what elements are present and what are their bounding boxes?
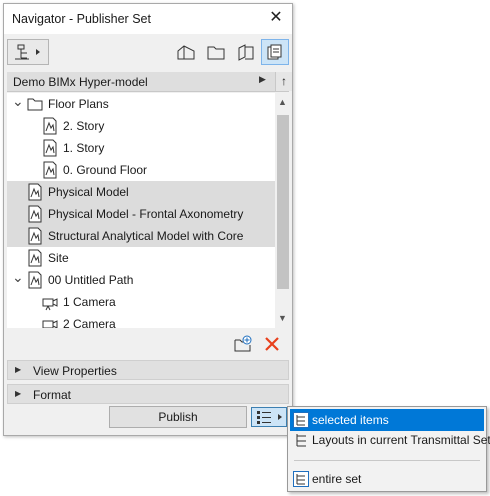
list-scope-icon (257, 411, 282, 424)
view-icon (43, 161, 57, 179)
view-icon (28, 183, 42, 201)
tree-item-label: 2 Camera (63, 317, 116, 328)
tree-item-label: Physical Model - Frontal Axonometry (48, 207, 244, 221)
publisher-set-selector[interactable]: Demo BIMx Hyper-model ▶ ↑ (7, 72, 292, 92)
tree-row[interactable]: 0. Ground Floor (7, 159, 275, 181)
tree-item-label: 0. Ground Floor (63, 163, 148, 177)
view-map-button[interactable] (202, 39, 230, 65)
house-icon (177, 45, 195, 60)
chevron-down-icon[interactable]: ⌄ (12, 269, 24, 285)
tree-item-label: 1 Camera (63, 295, 116, 309)
tree-row[interactable]: ⌄ Floor Plans (7, 93, 275, 115)
tree-item-label: 2. Story (63, 119, 105, 133)
folder-icon (27, 98, 43, 111)
view-icon (28, 205, 42, 223)
layout-book-button[interactable] (232, 39, 260, 65)
layouts-icon (296, 434, 306, 447)
menu-separator (294, 460, 480, 461)
window-title: Navigator - Publisher Set (12, 12, 151, 26)
camera-icon (42, 320, 58, 328)
navigator-window: Navigator - Publisher Set ✕ Demo BIMx Hy… (3, 3, 293, 436)
triangle-right-icon: ▶ (15, 389, 22, 398)
title-bar: Navigator - Publisher Set ✕ (4, 4, 292, 34)
tree-row[interactable]: Physical Model - Frontal Axonometry (7, 203, 275, 225)
tree-row[interactable]: 2. Story (7, 115, 275, 137)
panel-label: View Properties (33, 364, 117, 378)
view-icon (28, 271, 42, 289)
view-icon (43, 117, 57, 135)
camera-icon (42, 298, 58, 311)
new-folder-icon[interactable] (233, 335, 253, 353)
format-panel[interactable]: ▶ Format (7, 384, 289, 404)
menu-item-selected-items[interactable]: selected items (290, 409, 484, 431)
publish-button[interactable]: Publish (109, 406, 247, 428)
tree-view: ⌄ Floor Plans 2. Story 1. Story 0. Ground Fl… (7, 93, 275, 328)
tree-row[interactable]: Site (7, 247, 275, 269)
selected-items-icon (293, 412, 309, 428)
tree-actions-bar (4, 329, 292, 359)
menu-item-layouts-transmittal[interactable]: Layouts in current Transmittal Set (290, 429, 490, 451)
publisher-set-name: Demo BIMx Hyper-model (13, 75, 148, 89)
vertical-scrollbar[interactable]: ▲ ▼ (275, 93, 291, 328)
menu-item-entire-set[interactable]: entire set (290, 468, 484, 490)
tree-item-label: Physical Model (48, 185, 129, 199)
folder-icon (207, 46, 225, 60)
publisher-sets-icon (267, 44, 282, 60)
tree-item-label: Site (48, 251, 69, 265)
publisher-map-icon (15, 44, 40, 60)
go-up-button[interactable]: ↑ (275, 72, 292, 91)
view-properties-panel[interactable]: ▶ View Properties (7, 360, 289, 380)
navigator-map-menu-button[interactable] (7, 39, 49, 65)
view-icon (28, 227, 42, 245)
publisher-sets-button[interactable] (261, 39, 289, 65)
tree-row[interactable]: Physical Model (7, 181, 275, 203)
menu-item-label: selected items (312, 413, 389, 427)
tree-item-label: 1. Story (63, 141, 105, 155)
triangle-right-icon: ▶ (15, 365, 22, 374)
tree-item-label: 00 Untitled Path (48, 273, 134, 287)
delete-icon[interactable] (264, 336, 280, 352)
tree-item-label: Floor Plans (48, 97, 109, 111)
scrollbar-thumb[interactable] (277, 115, 289, 289)
tree-row[interactable]: 2 Camera (7, 313, 275, 328)
tree-row[interactable]: Structural Analytical Model with Core (7, 225, 275, 247)
panel-label: Format (33, 388, 72, 402)
menu-item-label: entire set (312, 472, 362, 486)
layout-book-icon (238, 44, 254, 61)
publish-scope-menu: selected items Layouts in current Transm… (287, 406, 490, 492)
tree-row[interactable]: 1 Camera (7, 291, 275, 313)
view-icon (28, 249, 42, 267)
tree-item-label: Structural Analytical Model with Core (48, 229, 244, 243)
tree-row[interactable]: 1. Story (7, 137, 275, 159)
chevron-right-icon: ▶ (259, 74, 266, 84)
chevron-down-icon[interactable]: ⌄ (12, 93, 24, 109)
project-map-button[interactable] (172, 39, 200, 65)
close-button[interactable]: ✕ (266, 8, 286, 28)
entire-set-icon (293, 471, 309, 487)
toolbar (4, 34, 292, 70)
scroll-down-arrow-icon[interactable]: ▼ (278, 313, 287, 323)
tree-row[interactable]: ⌄ 00 Untitled Path (7, 269, 275, 291)
menu-item-label: Layouts in current Transmittal Set (312, 433, 490, 447)
scroll-up-arrow-icon[interactable]: ▲ (278, 97, 287, 107)
publish-scope-button[interactable] (251, 407, 287, 427)
view-icon (43, 139, 57, 157)
